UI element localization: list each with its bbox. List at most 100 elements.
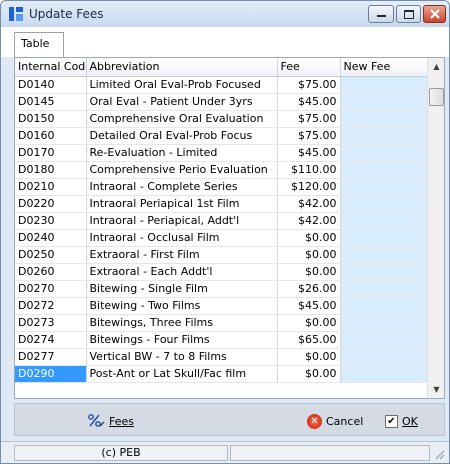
cell-abbreviation: Limited Oral Eval-Prob Focused bbox=[86, 76, 278, 94]
cell-fee: $110.00 bbox=[277, 161, 341, 179]
cell-internal-code: D0180 bbox=[15, 161, 87, 179]
maximize-button[interactable] bbox=[396, 5, 421, 23]
scroll-up-arrow-icon[interactable]: ▲ bbox=[428, 58, 445, 75]
cell-new-fee[interactable] bbox=[340, 263, 428, 281]
cell-fee: $45.00 bbox=[277, 144, 341, 162]
resize-grip-icon[interactable] bbox=[433, 448, 445, 460]
cell-internal-code: D0145 bbox=[15, 93, 87, 111]
cell-abbreviation: Vertical BW - 7 to 8 Films bbox=[86, 348, 278, 366]
cell-fee: $75.00 bbox=[277, 127, 341, 145]
table-row[interactable]: D0250 Extraoral - First Film $0.00 bbox=[15, 246, 428, 264]
cell-internal-code: D0220 bbox=[15, 195, 87, 213]
cell-abbreviation: Re-Evaluation - Limited bbox=[86, 144, 278, 162]
cell-internal-code: D0250 bbox=[15, 246, 87, 264]
cell-internal-code: D0160 bbox=[15, 127, 87, 145]
cell-fee: $26.00 bbox=[277, 280, 341, 298]
minimize-button[interactable] bbox=[368, 5, 394, 23]
cell-new-fee[interactable] bbox=[340, 348, 428, 366]
cell-fee: $0.00 bbox=[277, 263, 341, 281]
update-fees-window: Update Fees Table Internal Code Abbrevia… bbox=[0, 0, 450, 464]
cell-new-fee[interactable] bbox=[340, 93, 428, 111]
cell-fee: $42.00 bbox=[277, 195, 341, 213]
cell-fee: $0.00 bbox=[277, 246, 341, 264]
app-icon bbox=[9, 7, 23, 21]
table-row[interactable]: D0240 Intraoral - Occlusal Film $0.00 bbox=[15, 229, 428, 247]
cell-new-fee[interactable] bbox=[340, 144, 428, 162]
cell-new-fee[interactable] bbox=[340, 246, 428, 264]
cell-abbreviation: Bitewings, Three Films bbox=[86, 314, 278, 332]
cell-new-fee[interactable] bbox=[340, 280, 428, 298]
cell-new-fee[interactable] bbox=[340, 365, 428, 383]
cell-internal-code: D0290 bbox=[15, 365, 87, 383]
column-header-internal-code[interactable]: Internal Code bbox=[15, 58, 87, 77]
cell-new-fee[interactable] bbox=[340, 110, 428, 128]
cell-fee: $0.00 bbox=[277, 229, 341, 247]
table-row[interactable]: D0220 Intraoral Periapical 1st Film $42.00 bbox=[15, 195, 428, 213]
cell-new-fee[interactable] bbox=[340, 127, 428, 145]
table-body: D0140 Limited Oral Eval-Prob Focused $75.0… bbox=[15, 76, 428, 383]
cell-abbreviation: Intraoral - Complete Series bbox=[86, 178, 278, 196]
cell-new-fee[interactable] bbox=[340, 178, 428, 196]
table-row[interactable]: D0273 Bitewings, Three Films $0.00 bbox=[15, 314, 428, 332]
ok-button[interactable]: ✔ OK bbox=[385, 412, 418, 430]
table-row[interactable]: D0274 Bitewings - Four Films $65.00 bbox=[15, 331, 428, 349]
vertical-scrollbar[interactable]: ▲ ▼ bbox=[427, 58, 444, 398]
tab-table[interactable]: Table bbox=[14, 32, 64, 58]
cell-new-fee[interactable] bbox=[340, 331, 428, 349]
cell-internal-code: D0140 bbox=[15, 76, 87, 94]
cell-new-fee[interactable] bbox=[340, 229, 428, 247]
percent-edit-icon bbox=[88, 414, 105, 427]
cell-new-fee[interactable] bbox=[340, 212, 428, 230]
scroll-thumb[interactable] bbox=[429, 88, 444, 106]
column-header-new-fee[interactable]: New Fee bbox=[340, 58, 428, 77]
status-bar: (c) PEB bbox=[1, 441, 449, 463]
close-icon bbox=[430, 9, 440, 19]
table-row[interactable]: D0260 Extraoral - Each Addt'l $0.00 bbox=[15, 263, 428, 281]
table-row[interactable]: D0160 Detailed Oral Eval-Prob Focus $75.00 bbox=[15, 127, 428, 145]
cell-internal-code: D0272 bbox=[15, 297, 87, 315]
fees-grid-panel: Internal Code Abbreviation Fee New Fee D… bbox=[14, 57, 445, 399]
cell-abbreviation: Detailed Oral Eval-Prob Focus bbox=[86, 127, 278, 145]
cell-abbreviation: Post-Ant or Lat Skull/Fac film bbox=[86, 365, 278, 383]
table-row[interactable]: D0170 Re-Evaluation - Limited $45.00 bbox=[15, 144, 428, 162]
table-row[interactable]: D0145 Oral Eval - Patient Under 3yrs $45.0… bbox=[15, 93, 428, 111]
cancel-button[interactable]: ✕ Cancel bbox=[307, 412, 363, 430]
cell-internal-code: D0210 bbox=[15, 178, 87, 196]
column-header-fee[interactable]: Fee bbox=[277, 58, 341, 77]
table-row[interactable]: D0210 Intraoral - Complete Series $120.00 bbox=[15, 178, 428, 196]
cell-fee: $75.00 bbox=[277, 110, 341, 128]
cell-abbreviation: Intraoral Periapical 1st Film bbox=[86, 195, 278, 213]
table-row[interactable]: D0277 Vertical BW - 7 to 8 Films $0.00 bbox=[15, 348, 428, 366]
close-button[interactable] bbox=[423, 5, 446, 23]
checkmark-icon: ✔ bbox=[385, 414, 398, 428]
cell-new-fee[interactable] bbox=[340, 314, 428, 332]
table-row[interactable]: D0272 Bitewing - Two Films $45.00 bbox=[15, 297, 428, 315]
cell-abbreviation: Intraoral - Occlusal Film bbox=[86, 229, 278, 247]
cell-abbreviation: Intraoral - Periapical, Addt'l bbox=[86, 212, 278, 230]
title-bar[interactable]: Update Fees bbox=[1, 1, 449, 27]
cell-new-fee[interactable] bbox=[340, 195, 428, 213]
fees-button[interactable]: Fees bbox=[87, 412, 134, 430]
cell-internal-code: D0273 bbox=[15, 314, 87, 332]
cell-internal-code: D0274 bbox=[15, 331, 87, 349]
cell-new-fee[interactable] bbox=[340, 161, 428, 179]
fees-table: Internal Code Abbreviation Fee New Fee D… bbox=[15, 58, 428, 383]
cell-abbreviation: Extraoral - Each Addt'l bbox=[86, 263, 278, 281]
table-row[interactable]: D0290 Post-Ant or Lat Skull/Fac film $0.00 bbox=[15, 365, 428, 383]
table-row[interactable]: D0180 Comprehensive Perio Evaluation $110.… bbox=[15, 161, 428, 179]
table-row[interactable]: D0140 Limited Oral Eval-Prob Focused $75.0… bbox=[15, 76, 428, 94]
cell-internal-code: D0270 bbox=[15, 280, 87, 298]
cell-fee: $45.00 bbox=[277, 93, 341, 111]
cell-new-fee[interactable] bbox=[340, 76, 428, 94]
table-row[interactable]: D0230 Intraoral - Periapical, Addt'l $42.0… bbox=[15, 212, 428, 230]
cell-internal-code: D0150 bbox=[15, 110, 87, 128]
cell-internal-code: D0260 bbox=[15, 263, 87, 281]
column-header-abbreviation[interactable]: Abbreviation bbox=[86, 58, 278, 77]
cell-fee: $75.00 bbox=[277, 76, 341, 94]
cancel-button-label: Cancel bbox=[326, 414, 364, 428]
cell-abbreviation: Extraoral - First Film bbox=[86, 246, 278, 264]
table-row[interactable]: D0270 Bitewing - Single Film $26.00 bbox=[15, 280, 428, 298]
cell-new-fee[interactable] bbox=[340, 297, 428, 315]
table-row[interactable]: D0150 Comprehensive Oral Evaluation $75.00 bbox=[15, 110, 428, 128]
scroll-down-arrow-icon[interactable]: ▼ bbox=[428, 381, 445, 398]
